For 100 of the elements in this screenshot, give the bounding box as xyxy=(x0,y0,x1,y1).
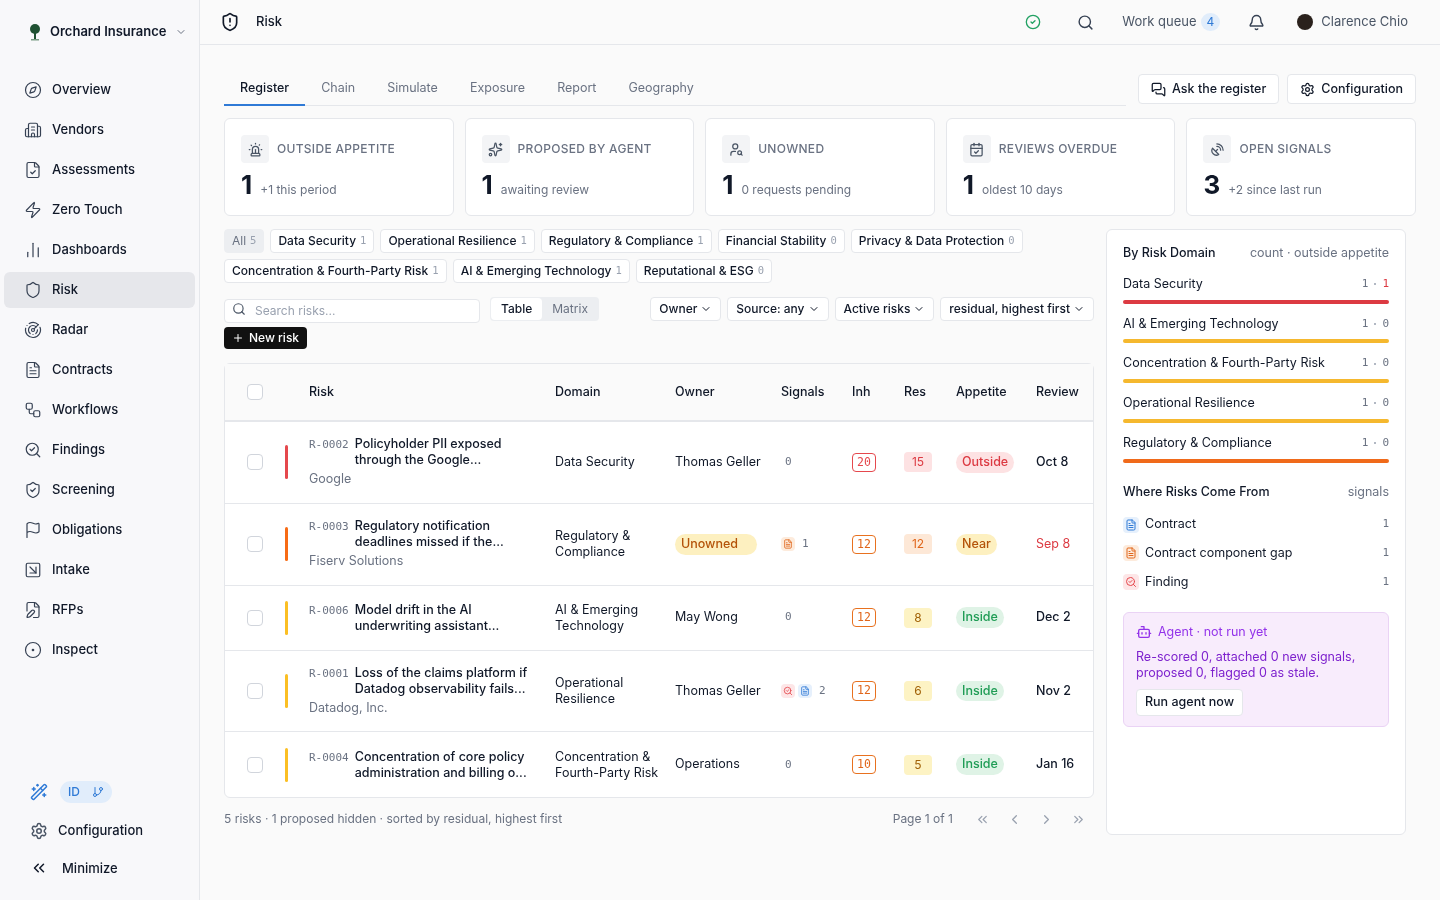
siren-icon xyxy=(247,141,263,157)
risk-title[interactable]: Concentration of core policy administration and billing o... xyxy=(354,748,543,781)
page-indicator: Page 1 of 1 xyxy=(892,810,953,829)
nav-item[interactable]: Dashboards xyxy=(4,231,195,268)
domain-label: Operational Resilience xyxy=(1123,394,1255,412)
sparkles-icon xyxy=(488,141,504,157)
column-header[interactable]: Appetite xyxy=(956,383,1007,399)
row-checkbox[interactable] xyxy=(247,682,263,699)
domain-filter-chip[interactable]: Privacy & Data Protection 0 xyxy=(850,229,1023,253)
search-icon[interactable] xyxy=(1077,13,1095,31)
panel-title: Where Risks Come From xyxy=(1123,482,1270,501)
flag-icon xyxy=(24,520,42,539)
plus-icon xyxy=(232,332,244,344)
filter-dropdown[interactable]: Active risks xyxy=(834,297,935,321)
column-header[interactable]: Signals xyxy=(781,383,825,399)
minimize-button[interactable]: Minimize xyxy=(30,858,199,878)
nav-item[interactable]: Radar xyxy=(4,311,195,348)
column-header[interactable]: Owner xyxy=(675,383,715,399)
nav-item[interactable]: Findings xyxy=(4,431,195,468)
nav-item[interactable]: Zero Touch xyxy=(4,191,195,228)
view-option[interactable]: Table xyxy=(491,298,543,320)
new-risk-button[interactable]: New risk xyxy=(224,327,308,349)
stat-note: awaiting review xyxy=(500,181,589,199)
run-agent-button[interactable]: Run agent now xyxy=(1136,689,1243,716)
domain-filter-chip[interactable]: Data Security 1 xyxy=(270,229,375,253)
configuration-link[interactable]: Configuration xyxy=(30,821,199,841)
work-queue-button[interactable]: Work queue 4 xyxy=(1122,12,1221,32)
row-checkbox[interactable] xyxy=(247,609,263,626)
avatar[interactable] xyxy=(1297,14,1314,30)
nav-item[interactable]: Contracts xyxy=(4,351,195,388)
search-field[interactable]: Search risks... xyxy=(224,298,480,323)
source-count: 1 xyxy=(1382,573,1389,590)
nav-item[interactable]: RFPs xyxy=(4,591,195,628)
row-checkbox[interactable] xyxy=(247,536,263,553)
nav-item[interactable]: Overview xyxy=(4,71,195,108)
nav-item[interactable]: Assessments xyxy=(4,151,195,188)
risk-row[interactable]: R-0001 Loss of the claims platform if Datadog observability fails... Datadog, Inc. Operational Resilience Thomas Geller 2 12 6 Inside Nov 2 xyxy=(225,650,1093,733)
row-checkbox[interactable] xyxy=(247,454,263,471)
document-icon xyxy=(1123,545,1139,562)
tab[interactable]: Exposure xyxy=(453,72,542,106)
bell-icon[interactable] xyxy=(1248,13,1266,31)
row-checkbox[interactable] xyxy=(247,756,263,773)
tab[interactable]: Geography xyxy=(612,72,710,106)
stat-title: UNOWNED xyxy=(758,140,825,158)
tab[interactable]: Report xyxy=(541,72,613,106)
radar-icon xyxy=(24,320,42,339)
domain-filter-chip[interactable]: Regulatory & Compliance 1 xyxy=(540,229,712,253)
org-switcher[interactable]: Orchard Insurance xyxy=(28,22,199,42)
nav-item[interactable]: Obligations xyxy=(4,511,195,548)
residual-score: 6 xyxy=(904,680,932,701)
source-label: Finding xyxy=(1145,572,1189,591)
nav-item[interactable]: Screening xyxy=(4,471,195,508)
risk-row[interactable]: R-0002 Policyholder PII exposed through the Google... Google Data Security Thomas Geller 0 20 15 Outside Oct 8 xyxy=(225,422,1093,504)
risk-title[interactable]: Regulatory notification deadlines missed if the... xyxy=(354,517,543,550)
risk-row[interactable]: R-0004 Concentration of core policy administration and billing o... Concentration & Fourth-Party Risk Operations 0 10 5 Inside Jan 16 xyxy=(225,732,1093,798)
stat-title: OPEN SIGNALS xyxy=(1239,140,1332,158)
building-icon xyxy=(24,120,42,139)
domain-filter-chip[interactable]: All 5 xyxy=(224,229,265,253)
filter-dropdown[interactable]: Source: any xyxy=(727,297,829,321)
nav-item[interactable]: Inspect xyxy=(4,631,195,668)
wand-icon xyxy=(30,783,48,801)
nav-item[interactable]: Workflows xyxy=(4,391,195,428)
domain-filter-chip[interactable]: Concentration & Fourth-Party Risk 1 xyxy=(224,259,447,283)
inherent-score: 10 xyxy=(852,755,876,775)
column-header[interactable]: Review xyxy=(1036,383,1079,399)
nav-item[interactable]: Risk xyxy=(4,271,195,308)
risk-row[interactable]: R-0006 Model drift in the AI underwriting assistant... AI & Emerging Technology May Wong 0 12 8 Inside Dec 2 xyxy=(225,585,1093,651)
count-badge: 4 xyxy=(1200,13,1221,31)
filter-dropdown[interactable]: Owner xyxy=(650,297,722,321)
domain-filter-chip[interactable]: Reputational & ESG 0 xyxy=(635,259,772,283)
tab[interactable]: Register xyxy=(224,72,306,106)
select-all-checkbox[interactable] xyxy=(247,384,263,400)
document-icon xyxy=(781,537,795,552)
ask-button[interactable]: Ask the register xyxy=(1138,74,1280,104)
configuration-button[interactable]: Configuration xyxy=(1287,74,1416,104)
domain-filter-chip[interactable]: Operational Resilience 1 xyxy=(380,229,535,253)
vendor-name: Datadog, Inc. xyxy=(309,698,389,717)
nav-item[interactable]: Vendors xyxy=(4,111,195,148)
domain-filter-chip[interactable]: Financial Stability 0 xyxy=(717,229,845,253)
risk-row[interactable]: R-0003 Regulatory notification deadlines missed if the... Fiserv Solutions Regulatory & Compliance Unowned 1 12 12 Near Sep 8 xyxy=(225,503,1093,586)
tab[interactable]: Chain xyxy=(305,72,372,106)
id-badge[interactable]: ID xyxy=(60,781,112,803)
filter-dropdown[interactable]: residual, highest first xyxy=(940,297,1094,321)
magnifier-icon xyxy=(1123,574,1139,591)
view-option[interactable]: Matrix xyxy=(542,298,598,320)
domain-text: Operational Resilience xyxy=(555,674,625,707)
column-header[interactable]: Res xyxy=(904,383,926,399)
outside-count: 0 xyxy=(1382,434,1389,451)
domain-filter-chip[interactable]: AI & Emerging Technology 1 xyxy=(452,259,630,283)
table-summary: 5 risks · 1 proposed hidden · sorted by residual, highest first xyxy=(224,810,563,829)
nav-item[interactable]: Intake xyxy=(4,551,195,588)
risk-title[interactable]: Policyholder PII exposed through the Google... xyxy=(354,436,543,468)
owner-name: May Wong xyxy=(675,609,738,625)
column-header[interactable]: Inh xyxy=(852,383,871,399)
risk-title[interactable]: Loss of the claims platform if Datadog observability fails... xyxy=(354,664,543,697)
domain-text: Regulatory & Compliance xyxy=(555,528,632,561)
column-header[interactable]: Domain xyxy=(555,383,601,399)
risk-title[interactable]: Model drift in the AI underwriting assistant... xyxy=(354,601,543,634)
column-header[interactable]: Risk xyxy=(309,383,334,399)
tab[interactable]: Simulate xyxy=(371,72,454,106)
